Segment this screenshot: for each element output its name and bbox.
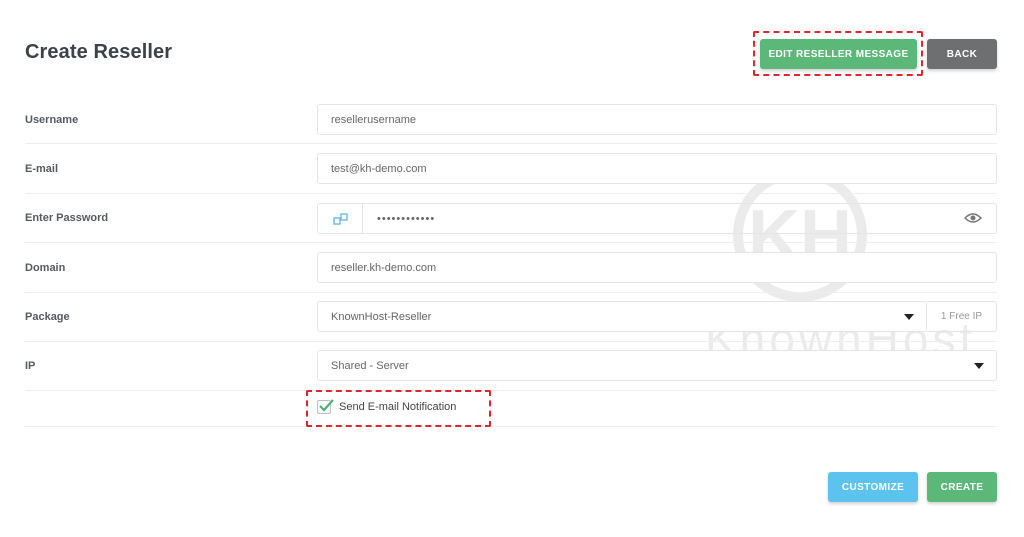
ip-dropdown-caret-icon[interactable]: [974, 363, 984, 369]
send-email-notification-checkbox[interactable]: [317, 399, 334, 414]
package-ip-count: 1 Free IP: [927, 301, 997, 332]
email-label: E-mail: [25, 163, 59, 175]
package-dropdown-caret-icon[interactable]: [904, 314, 914, 320]
username-input[interactable]: resellerusername: [317, 104, 997, 135]
username-label: Username: [25, 114, 79, 126]
customize-button[interactable]: CUSTOMIZE: [828, 472, 918, 502]
ip-select[interactable]: Shared - Server: [317, 350, 997, 381]
send-email-notification-label: Send E-mail Notification: [339, 401, 457, 413]
domain-input[interactable]: reseller.kh-demo.com: [317, 252, 997, 283]
password-input[interactable]: ••••••••••••: [362, 203, 997, 234]
show-password-eye-icon[interactable]: [964, 212, 982, 224]
email-input[interactable]: test@kh-demo.com: [317, 153, 997, 184]
notification-row: [25, 391, 997, 427]
create-button[interactable]: CREATE: [927, 472, 997, 502]
password-label: Enter Password: [25, 212, 109, 224]
generate-password-button[interactable]: [317, 203, 363, 234]
back-button[interactable]: BACK: [927, 39, 997, 69]
edit-reseller-message-button[interactable]: EDIT RESELLER MESSAGE: [760, 39, 917, 69]
domain-label: Domain: [25, 262, 66, 274]
ip-label: IP: [25, 360, 36, 372]
package-label: Package: [25, 311, 70, 323]
checkmark-icon: [319, 399, 334, 412]
generate-password-icon: [332, 212, 348, 225]
send-email-notification-option[interactable]: Send E-mail Notification: [317, 399, 457, 414]
package-select[interactable]: KnownHost-Reseller: [317, 301, 927, 332]
page-title: Create Reseller: [25, 41, 173, 63]
